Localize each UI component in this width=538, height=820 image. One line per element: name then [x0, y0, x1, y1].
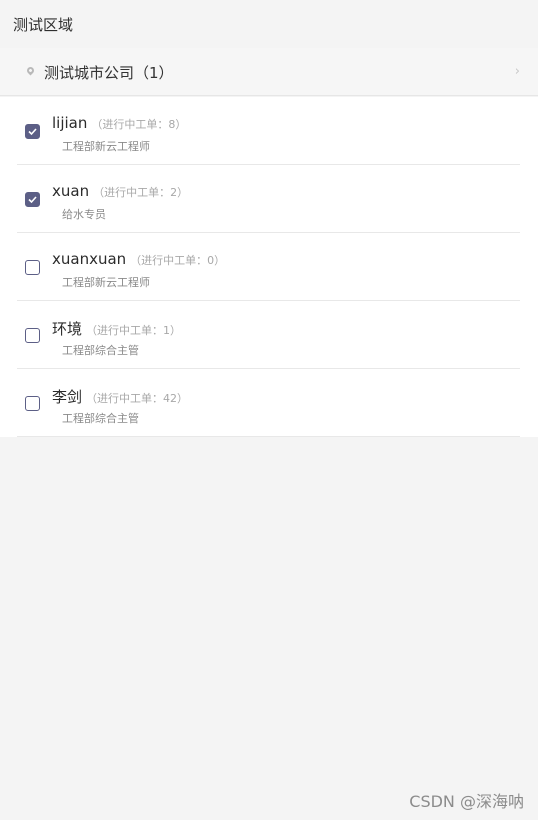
person-row[interactable]: 李剑 （进行中工单：42） 工程部综合主管: [17, 369, 520, 437]
person-name-line: xuan （进行中工单：2）: [52, 182, 188, 200]
checkbox-unchecked[interactable]: [25, 260, 40, 275]
chevron-right-icon: ›: [514, 64, 520, 79]
person-name-line: lijian （进行中工单：8）: [52, 114, 186, 132]
work-order-count: （进行中工单：2）: [93, 186, 189, 199]
work-order-count: （进行中工单：8）: [91, 118, 187, 131]
checkmark-icon: [28, 196, 37, 204]
page: 测试区域 测试城市公司（1） › lijian （进行中工单：8） 工程部新云工程…: [0, 0, 538, 820]
person-row[interactable]: lijian （进行中工单：8） 工程部新云工程师: [17, 97, 520, 165]
person-list: lijian （进行中工单：8） 工程部新云工程师 xuan （进行中工单：2） 给…: [0, 97, 538, 437]
person-role: 工程部综合主管: [62, 344, 139, 357]
work-order-count: （进行中工单：0）: [130, 254, 226, 267]
person-row[interactable]: xuanxuan （进行中工单：0） 工程部新云工程师: [17, 233, 520, 301]
person-name-line: xuanxuan （进行中工单：0）: [52, 250, 225, 268]
checkbox-unchecked[interactable]: [25, 396, 40, 411]
person-role: 工程部新云工程师: [62, 276, 150, 289]
company-group-header[interactable]: 测试城市公司（1） ›: [0, 48, 538, 96]
person-name: lijian: [52, 114, 88, 132]
person-role: 给水专员: [62, 208, 106, 221]
checkmark-icon: [28, 128, 37, 136]
person-row[interactable]: xuan （进行中工单：2） 给水专员: [17, 165, 520, 233]
person-name-line: 环境 （进行中工单：1）: [52, 318, 181, 339]
person-name: xuanxuan: [52, 250, 127, 268]
person-row[interactable]: 环境 （进行中工单：1） 工程部综合主管: [17, 301, 520, 369]
watermark: CSDN @深海呐: [409, 792, 524, 811]
person-name: xuan: [52, 182, 90, 200]
checkbox-unchecked[interactable]: [25, 328, 40, 343]
person-name: 李剑: [52, 388, 83, 406]
company-name: 测试城市公司（1）: [44, 64, 174, 82]
person-role: 工程部新云工程师: [62, 140, 150, 153]
area-title: 测试区域: [13, 16, 74, 34]
checkbox-checked[interactable]: [25, 124, 40, 139]
person-role: 工程部综合主管: [62, 412, 139, 425]
person-name: 环境: [52, 320, 83, 338]
work-order-count: （进行中工单：1）: [86, 324, 182, 337]
location-pin-icon: [25, 65, 36, 76]
person-name-line: 李剑 （进行中工单：42）: [52, 386, 188, 407]
checkbox-checked[interactable]: [25, 192, 40, 207]
work-order-count: （进行中工单：42）: [86, 392, 189, 405]
